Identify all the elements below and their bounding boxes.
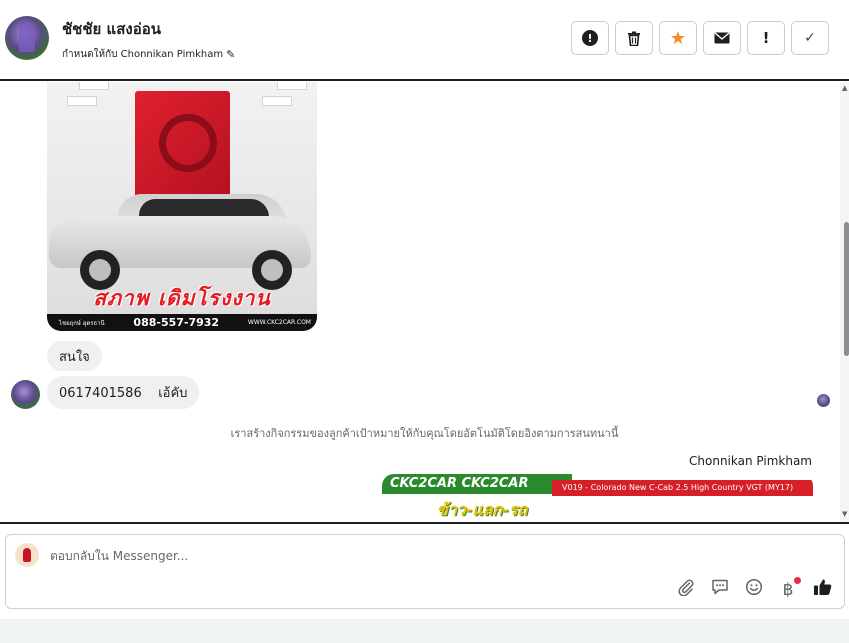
incoming-message[interactable]: 0617401586 เอ้คับ — [47, 376, 200, 409]
conversation-header: ชัชชัย แสงอ่อน กำหนดให้กับ Chonnikan Pim… — [0, 0, 849, 81]
promo-model-band: V019 - Colorado New C-Cab 2.5 High Count… — [552, 480, 813, 496]
ceiling-light — [277, 82, 307, 90]
header-actions: ! ★ ! ✓ — [571, 21, 829, 55]
star-button[interactable]: ★ — [659, 21, 697, 55]
contact-name[interactable]: ชัชชัย แสงอ่อน — [62, 17, 161, 41]
steering-wheel-graphic — [159, 114, 217, 172]
car-photo-attachment[interactable]: สภาพ เดิมโรงงาน ไชยฤกษ์ อุดรธานี 088-557… — [47, 82, 317, 331]
ceiling-light — [67, 96, 97, 106]
follow-up-button[interactable]: ! — [747, 21, 785, 55]
page-avatar — [15, 543, 39, 567]
composer-tools: ฿ — [676, 576, 832, 601]
exclamation-icon: ! — [762, 29, 770, 47]
outgoing-sender-name: Chonnikan Pimkham — [689, 454, 812, 468]
car-promo-text: สภาพ เดิมโรงงาน — [93, 286, 271, 310]
read-receipt-avatar — [817, 394, 830, 407]
delete-button[interactable] — [615, 21, 653, 55]
notification-dot — [794, 576, 801, 584]
system-note: เราสร้างกิจกรรมของลูกค้าเป้าหมายให้กับคุ… — [230, 427, 619, 440]
ceiling-light — [79, 82, 109, 90]
incoming-message[interactable]: สนใจ — [47, 341, 102, 371]
promo-brand-band: CKC2CAR CKC2CAR — [382, 474, 572, 494]
reply-composer: ฿ — [5, 534, 845, 609]
thumbs-up-icon[interactable] — [812, 578, 832, 601]
scrollbar-thumb[interactable] — [844, 222, 849, 356]
sender-avatar[interactable] — [11, 380, 40, 409]
assignment-row[interactable]: กำหนดให้กับ Chonnikan Pimkham ✎ — [62, 47, 235, 62]
dealer-phone: 088-557-7932 — [133, 316, 220, 329]
emoji-icon[interactable] — [744, 578, 764, 601]
promo-image-attachment[interactable]: CKC2CAR CKC2CAR V019 - Colorado New C-Ca… — [382, 474, 813, 522]
comment-icon[interactable] — [710, 578, 730, 601]
checkmark-icon: ✓ — [804, 30, 816, 46]
scroll-up-icon[interactable]: ▲ — [842, 84, 847, 92]
dealer-footer-strip: ไชยฤกษ์ อุดรธานี 088-557-7932 WWW.CKC2CA… — [47, 314, 317, 331]
ceiling-light — [262, 96, 292, 106]
contact-avatar[interactable] — [5, 16, 49, 60]
alert-circle-icon: ! — [582, 30, 598, 46]
pencil-icon[interactable]: ✎ — [226, 48, 235, 61]
mark-unread-button[interactable] — [703, 21, 741, 55]
trash-icon — [628, 31, 640, 46]
attach-icon[interactable] — [676, 578, 696, 601]
dealer-name: ไชยฤกษ์ อุดรธานี — [59, 319, 105, 327]
spam-button[interactable]: ! — [571, 21, 609, 55]
promo-headline: ข้าว-แลก-รถ — [437, 500, 528, 519]
envelope-icon — [714, 32, 730, 44]
baht-icon[interactable]: ฿ — [778, 576, 801, 600]
bottom-bar — [0, 619, 849, 643]
message-thread[interactable]: สภาพ เดิมโรงงาน ไชยฤกษ์ อุดรธานี 088-557… — [0, 82, 849, 522]
dealer-website: WWW.CKC2CAR.COM — [247, 319, 311, 326]
scroll-down-icon[interactable]: ▼ — [842, 510, 847, 518]
reply-input[interactable] — [50, 549, 650, 563]
mark-done-button[interactable]: ✓ — [791, 21, 829, 55]
composer-divider — [0, 522, 849, 524]
star-icon: ★ — [669, 27, 687, 49]
assigned-label: กำหนดให้กับ Chonnikan Pimkham — [62, 49, 224, 60]
